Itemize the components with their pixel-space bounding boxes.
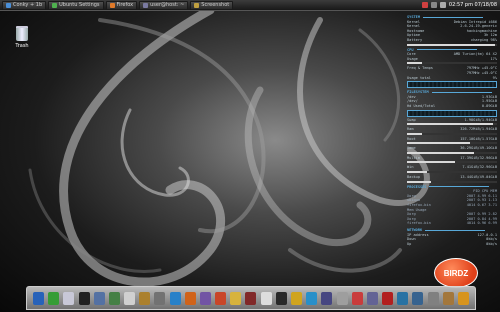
tools-icon[interactable] xyxy=(154,291,166,305)
media-icon[interactable] xyxy=(351,291,363,305)
camera-icon xyxy=(194,2,200,8)
app-icon xyxy=(6,2,11,8)
mail-icon[interactable] xyxy=(63,291,75,305)
stat-row: Ram 326.72MiB/1.94GiB xyxy=(407,127,497,132)
wine-icon[interactable] xyxy=(245,291,257,305)
task-label: Firefox xyxy=(116,2,134,8)
skype-icon[interactable] xyxy=(306,291,318,305)
task-label: user@host: ~ xyxy=(150,2,185,8)
usage-bar xyxy=(407,180,497,183)
chat-icon[interactable] xyxy=(215,291,227,305)
flag-icon[interactable] xyxy=(421,2,428,8)
conky-monitor: SYSTEM Kernel Debian Intrepid i686 Kernel… xyxy=(407,13,497,281)
usage-bar xyxy=(407,142,497,145)
stat-row: Root 157.10GiB/1.57GiB xyxy=(407,136,497,141)
usage-bar xyxy=(407,151,497,154)
stack-icon[interactable] xyxy=(442,291,454,305)
firefox-icon[interactable] xyxy=(184,291,196,305)
globe-icon[interactable] xyxy=(169,291,181,305)
terminal-icon[interactable] xyxy=(78,291,90,305)
clock[interactable]: 02:57 pm 07/18/08 xyxy=(449,2,497,8)
task-firefox[interactable]: Firefox xyxy=(105,0,138,10)
stat-row: Usage total 9% xyxy=(407,75,497,80)
process-row: firefox-bin 4014 0.96 6.99 xyxy=(407,221,497,226)
battery-bar xyxy=(407,43,497,46)
birdz-logo: BIRDZ xyxy=(434,258,478,288)
network-icon[interactable] xyxy=(397,291,409,305)
edit-icon[interactable] xyxy=(230,291,242,305)
volume-icon[interactable] xyxy=(439,2,446,8)
download-icon[interactable] xyxy=(48,291,60,305)
trash-icon xyxy=(16,26,28,41)
trash-desktop-icon[interactable]: Trash xyxy=(11,26,33,49)
terminal-icon xyxy=(143,2,149,8)
stat-row: Up 0kb/s xyxy=(407,241,497,246)
stat-row: Win 7.41GiB/32.96GiB xyxy=(407,165,497,170)
usage-bar xyxy=(407,132,497,135)
usage-bar xyxy=(407,123,497,126)
lock-icon[interactable] xyxy=(139,291,151,305)
pidgin-icon[interactable] xyxy=(199,291,211,305)
doc-icon[interactable] xyxy=(427,291,439,305)
smile-icon[interactable] xyxy=(457,291,469,305)
volume-icon[interactable] xyxy=(336,291,348,305)
system-tray: 02:57 pm 07/18/08 xyxy=(421,2,500,8)
task-screenshot[interactable]: Screenshot xyxy=(190,0,234,10)
firefox-icon xyxy=(109,2,115,8)
cpu-graph xyxy=(407,81,497,89)
task-settings[interactable]: Ubuntu Settings xyxy=(48,0,104,10)
display-icon[interactable] xyxy=(275,291,287,305)
stat-row: Backup 13.44GiB/49.04GiB xyxy=(407,175,497,180)
ubuntu-icon[interactable] xyxy=(33,291,45,305)
text-icon[interactable] xyxy=(260,291,272,305)
graph-icon[interactable] xyxy=(412,291,424,305)
task-label: Ubuntu Settings xyxy=(59,2,100,8)
calendar-icon[interactable] xyxy=(124,291,136,305)
top-taskbar: Conky + 1b Ubuntu Settings Firefox user@… xyxy=(0,0,500,11)
pdf-icon[interactable] xyxy=(382,291,394,305)
home-icon[interactable] xyxy=(108,291,120,305)
usage-bar xyxy=(407,161,497,164)
trash-label: Trash xyxy=(15,43,29,49)
stat-row: Multim 17.39GiB/32.96GiB xyxy=(407,155,497,160)
task-label: Conky + 1b xyxy=(13,2,43,8)
calc-icon[interactable] xyxy=(321,291,333,305)
stat-row: Usage 17% xyxy=(407,56,497,61)
task-conky[interactable]: Conky + 1b xyxy=(2,0,47,10)
network-icon[interactable] xyxy=(430,2,437,8)
app-icon xyxy=(52,2,58,8)
task-label: Screenshot xyxy=(201,2,230,8)
stat-row: Hd Used/Total 0.89GiB xyxy=(407,103,497,108)
cpu-bar xyxy=(407,62,497,65)
photos-icon[interactable] xyxy=(291,291,302,305)
stat-row: Home 36.29GiB/49.10GiB xyxy=(407,146,497,151)
stat-row: Swap 1.98GiB/1.94GiB xyxy=(407,117,497,122)
settings-icon[interactable] xyxy=(366,291,378,305)
monitor-icon[interactable] xyxy=(93,291,105,305)
usage-bar xyxy=(407,171,497,174)
dock xyxy=(26,286,476,310)
disk-graph xyxy=(407,109,497,117)
task-terminal[interactable]: user@host: ~ xyxy=(139,0,189,10)
stat-row: Battery charging 98% xyxy=(407,37,497,42)
